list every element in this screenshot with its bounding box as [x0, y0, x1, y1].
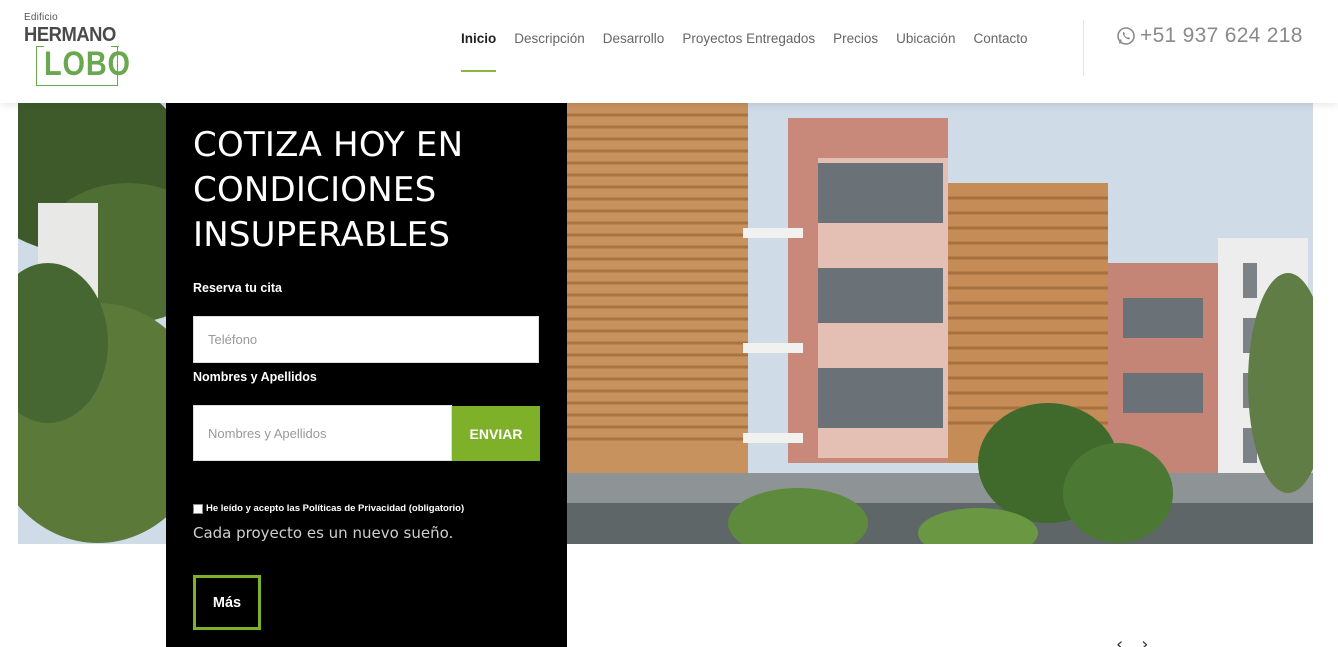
reserve-label: Reserva tu cita — [193, 281, 282, 295]
slider-arrows: ‹ › — [1116, 636, 1148, 647]
logo[interactable]: Edificio HERMANO LOBO — [24, 12, 130, 90]
privacy-consent-text: He leído y acepto las Políticas de Priva… — [206, 503, 465, 514]
privacy-checkbox[interactable] — [193, 503, 203, 514]
hero-title: COTIZA HOY EN CONDICIONES INSUPERABLES — [193, 125, 464, 255]
logo-line2: LOBO — [44, 45, 131, 83]
nav-item-precios[interactable]: Precios — [824, 0, 887, 103]
chevron-left-icon[interactable]: ‹ — [1116, 636, 1123, 647]
nav-item-descripcion[interactable]: Descripción — [505, 0, 594, 103]
send-button[interactable]: ENVIAR — [452, 406, 540, 461]
phone-input[interactable]: Teléfono — [193, 316, 539, 363]
logo-line1: HERMANO — [24, 24, 116, 46]
chevron-right-icon[interactable]: › — [1141, 636, 1148, 647]
whatsapp-icon — [1116, 26, 1136, 46]
header-divider — [1083, 20, 1084, 76]
nav-item-inicio[interactable]: Inicio — [452, 0, 505, 103]
phone-number: +51 937 624 218 — [1140, 24, 1303, 47]
site-header: Edificio HERMANO LOBO Inicio Descripción… — [0, 0, 1338, 103]
privacy-consent: He leído y acepto las Políticas de Priva… — [193, 503, 464, 514]
name-label: Nombres y Apellidos — [193, 370, 317, 384]
logo-small-text: Edificio — [24, 12, 58, 23]
more-button[interactable]: Más — [193, 575, 261, 630]
nav-item-proyectos-entregados[interactable]: Proyectos Entregados — [673, 0, 824, 103]
name-input[interactable]: Nombres y Apellidos — [193, 405, 452, 461]
quote-panel: COTIZA HOY EN CONDICIONES INSUPERABLES R… — [166, 103, 567, 647]
main-nav: Inicio Descripción Desarrollo Proyectos … — [452, 0, 1037, 103]
nav-item-contacto[interactable]: Contacto — [964, 0, 1036, 103]
nav-item-desarrollo[interactable]: Desarrollo — [594, 0, 674, 103]
tagline: Cada proyecto es un nuevo sueño. — [193, 524, 454, 542]
phone-link[interactable]: +51 937 624 218 — [1116, 24, 1303, 48]
nav-item-ubicacion[interactable]: Ubicación — [887, 0, 964, 103]
